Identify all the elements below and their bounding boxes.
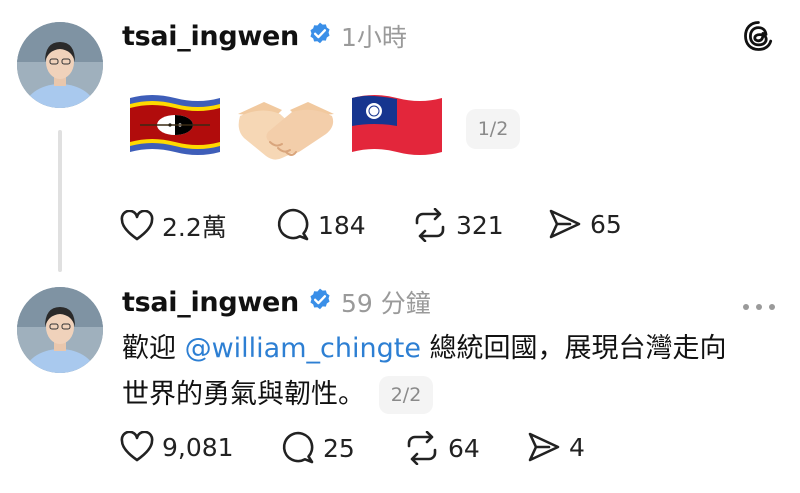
share-count: 4	[569, 432, 585, 462]
repost-icon	[415, 208, 445, 242]
share-button[interactable]: 65	[548, 208, 622, 240]
verified-badge-icon	[307, 287, 333, 317]
post-text-line-1: 歡迎 @william_chingte 總統回國，展現台灣走向	[122, 333, 727, 364]
user-mention-link[interactable]: @william_chingte	[185, 333, 421, 364]
like-count: 2.2萬	[162, 213, 227, 242]
avatar[interactable]	[17, 22, 103, 108]
repost-button[interactable]: 64	[404, 431, 480, 465]
post-header: tsai_ingwen 59 分鐘	[122, 284, 431, 320]
repost-icon	[407, 431, 437, 465]
post-text-line-2: 世界的勇氣與韌性。 2/2	[122, 372, 782, 418]
send-icon	[549, 209, 581, 239]
username[interactable]: tsai_ingwen	[122, 21, 299, 52]
username[interactable]: tsai_ingwen	[122, 287, 299, 318]
heart-icon	[120, 210, 154, 241]
share-button[interactable]: 4	[527, 431, 585, 463]
taiwan-flag-icon	[350, 92, 444, 162]
threads-icon[interactable]	[742, 19, 776, 57]
reply-count: 184	[318, 210, 366, 240]
verified-badge-icon	[307, 21, 333, 51]
like-button[interactable]: 2.2萬	[120, 208, 227, 244]
repost-count: 64	[448, 433, 480, 463]
comment-icon	[277, 208, 309, 241]
repost-count: 321	[456, 210, 504, 240]
post-timestamp: 59 分鐘	[340, 289, 431, 318]
page-indicator: 1/2	[466, 109, 520, 149]
post-body: 歡迎 @william_chingte 總統回國，展現台灣走向 世界的勇氣與韌性…	[122, 326, 782, 418]
reply-button[interactable]: 184	[276, 208, 366, 242]
heart-icon	[120, 431, 154, 462]
eswatini-flag-icon	[128, 92, 222, 162]
comment-icon	[282, 431, 314, 464]
more-options-icon[interactable]	[742, 296, 776, 315]
like-count: 9,081	[162, 432, 234, 462]
repost-button[interactable]: 321	[412, 208, 504, 242]
reply-count: 25	[323, 433, 355, 463]
like-button[interactable]: 9,081	[120, 431, 234, 463]
send-icon	[528, 432, 560, 462]
reply-button[interactable]: 25	[281, 431, 355, 465]
post-timestamp: 1小時	[340, 23, 407, 52]
thread-connector-line	[58, 130, 62, 272]
avatar[interactable]	[17, 287, 103, 373]
handshake-icon	[234, 94, 338, 170]
share-count: 65	[590, 209, 622, 239]
page-indicator: 2/2	[379, 376, 433, 414]
post-header: tsai_ingwen 1小時	[122, 18, 407, 54]
